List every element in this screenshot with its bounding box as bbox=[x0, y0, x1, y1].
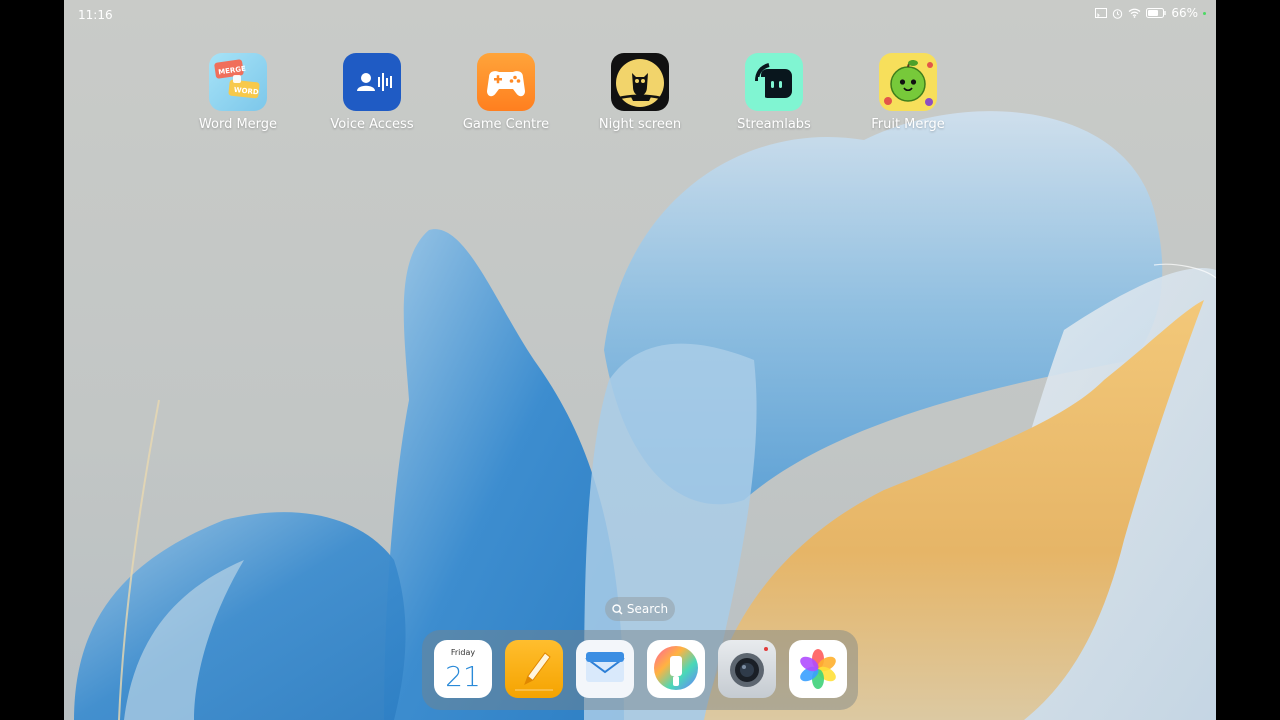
app-label: Game Centre bbox=[462, 117, 550, 132]
app-streamlabs[interactable]: Streamlabs bbox=[714, 53, 834, 132]
word-merge-icon: MERGE WORD bbox=[209, 53, 267, 111]
owl-icon bbox=[611, 53, 669, 111]
battery-icon bbox=[1146, 8, 1167, 18]
melon-icon bbox=[879, 53, 937, 111]
search-label: Search bbox=[626, 602, 669, 616]
voice-access-icon bbox=[343, 53, 401, 111]
dock-email[interactable] bbox=[576, 640, 634, 698]
battery-percentage: 66% bbox=[1171, 6, 1198, 20]
themes-icon bbox=[654, 646, 698, 690]
app-label: Voice Access bbox=[330, 117, 414, 132]
alarm-icon bbox=[1113, 8, 1123, 19]
cast-icon bbox=[1095, 8, 1108, 18]
app-fruit-merge[interactable]: Fruit Merge bbox=[848, 53, 968, 132]
app-game-centre[interactable]: Game Centre bbox=[446, 53, 566, 132]
streamlabs-icon bbox=[745, 53, 803, 111]
status-icons: 66% bbox=[1095, 6, 1206, 20]
dock-notes[interactable] bbox=[505, 640, 563, 698]
search-button[interactable]: Search bbox=[605, 597, 675, 621]
dock-calendar[interactable]: Friday 21 bbox=[434, 640, 492, 698]
gallery-icon bbox=[800, 649, 836, 689]
email-icon bbox=[585, 652, 625, 682]
app-label: Streamlabs bbox=[737, 117, 811, 132]
app-label: Word Merge bbox=[198, 117, 278, 132]
app-label: Night screen bbox=[598, 117, 682, 132]
app-label: Fruit Merge bbox=[871, 117, 945, 132]
status-bar: 11:16 66% bbox=[64, 0, 1216, 30]
calendar-day: Friday bbox=[450, 648, 476, 657]
calendar-date: 21 bbox=[445, 660, 481, 693]
notes-icon bbox=[515, 652, 553, 691]
search-icon bbox=[612, 603, 623, 615]
dock-gallery[interactable] bbox=[789, 640, 847, 698]
dock-camera[interactable] bbox=[718, 640, 776, 698]
gamepad-icon bbox=[477, 53, 535, 111]
app-word-merge[interactable]: MERGE WORD Word Merge bbox=[178, 53, 298, 132]
charging-dot-icon bbox=[1203, 11, 1206, 15]
app-night-screen[interactable]: Night screen bbox=[580, 53, 700, 132]
wifi-icon bbox=[1128, 8, 1141, 18]
status-time: 11:16 bbox=[78, 8, 113, 22]
home-screen: 11:16 66% MERGE WORD Word Merge Voice Ac… bbox=[64, 0, 1216, 720]
dock: Friday 21 bbox=[422, 630, 858, 710]
dock-themes[interactable] bbox=[647, 640, 705, 698]
camera-icon bbox=[730, 647, 768, 687]
app-voice-access[interactable]: Voice Access bbox=[312, 53, 432, 132]
